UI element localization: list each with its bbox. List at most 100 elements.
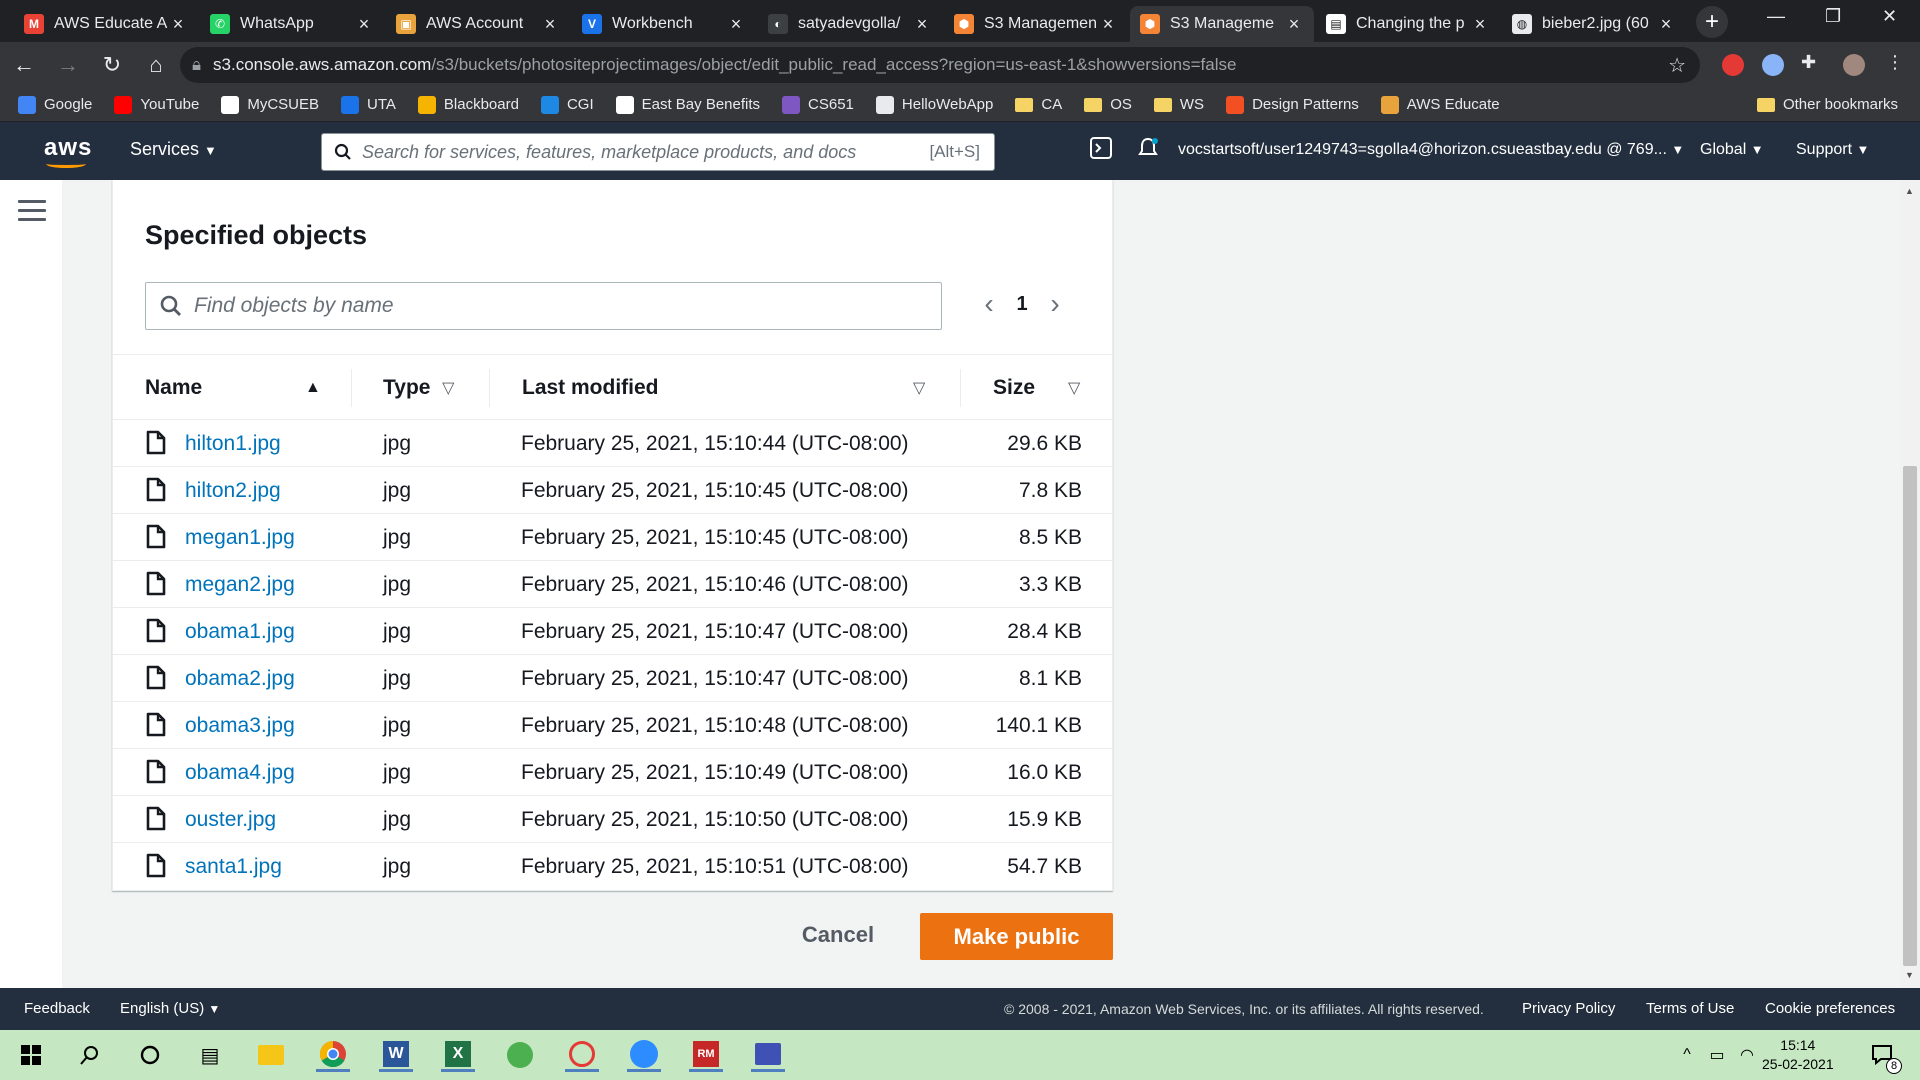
tab-close-icon[interactable]: × [1656, 14, 1676, 35]
cancel-button[interactable]: Cancel [790, 912, 886, 958]
bookmark-item[interactable]: CGI [540, 95, 594, 114]
tab-close-icon[interactable]: × [540, 14, 560, 35]
column-divider[interactable] [489, 369, 490, 407]
terms-of-use-link[interactable]: Terms of Use [1646, 1000, 1734, 1017]
cookie-preferences-link[interactable]: Cookie preferences [1765, 1000, 1895, 1017]
sort-icon[interactable]: ▽ [1068, 355, 1080, 421]
task-view-icon[interactable]: ▤ [193, 1038, 227, 1072]
forward-icon[interactable]: → [48, 45, 88, 85]
cloudshell-icon[interactable] [1090, 137, 1112, 164]
wifi-icon[interactable]: ◠ [1730, 1038, 1764, 1072]
bookmark-item[interactable]: Blackboard [417, 95, 519, 114]
tab-close-icon[interactable]: × [354, 14, 374, 35]
object-name-link[interactable]: obama2.jpg [185, 667, 295, 691]
bookmark-item[interactable]: HelloWebApp [875, 95, 993, 114]
chevron-left-icon[interactable]: ‹ [969, 288, 1009, 320]
bookmark-item[interactable]: Design Patterns [1226, 95, 1359, 114]
object-name-link[interactable]: megan1.jpg [185, 526, 295, 550]
find-objects-input[interactable] [194, 294, 941, 318]
bookmark-item[interactable]: CS651 [782, 95, 854, 114]
column-header-size[interactable]: Size [993, 355, 1035, 421]
notification-center-icon[interactable]: 8 [1866, 1038, 1902, 1074]
windows-start-icon[interactable] [14, 1038, 48, 1072]
browser-tab[interactable]: ⬢ S3 Managemen × [944, 6, 1128, 42]
column-header-type[interactable]: Type ▽ [383, 355, 454, 421]
bookmark-item[interactable]: Google [18, 95, 92, 114]
object-name-link[interactable]: hilton1.jpg [185, 432, 281, 456]
battery-icon[interactable]: ▭ [1700, 1038, 1734, 1072]
bookmark-item[interactable]: AWS Educate [1380, 95, 1500, 114]
scrollbar-thumb[interactable] [1903, 466, 1917, 966]
extension-icon[interactable] [1762, 54, 1784, 76]
kebab-menu-icon[interactable]: ⋮ [1886, 52, 1908, 74]
restore-icon[interactable]: ❐ [1825, 6, 1841, 27]
tab-close-icon[interactable]: × [1470, 14, 1490, 35]
browser-tab[interactable]: ✆ WhatsApp × [200, 6, 384, 42]
object-name-link[interactable]: hilton2.jpg [185, 479, 281, 503]
tab-close-icon[interactable]: × [1098, 14, 1118, 35]
object-name-link[interactable]: santa1.jpg [185, 855, 282, 879]
chevron-up-icon[interactable]: ^ [1670, 1038, 1704, 1072]
tab-close-icon[interactable]: × [168, 14, 188, 35]
sort-icon[interactable]: ▽ [913, 355, 925, 421]
object-name-link[interactable]: obama4.jpg [185, 761, 295, 785]
bookmark-item[interactable]: UTA [341, 95, 396, 114]
chevron-right-icon[interactable]: › [1035, 288, 1075, 320]
new-tab-button[interactable]: + [1696, 6, 1728, 38]
feedback-link[interactable]: Feedback [24, 1000, 90, 1017]
privacy-policy-link[interactable]: Privacy Policy [1522, 1000, 1615, 1017]
object-name-link[interactable]: obama1.jpg [185, 620, 295, 644]
browser-tab[interactable]: ▤ Changing the p × [1316, 6, 1500, 42]
find-objects-box[interactable] [145, 282, 942, 330]
excel-icon[interactable]: X [441, 1038, 475, 1072]
cortana-icon[interactable] [133, 1038, 167, 1072]
minimize-icon[interactable]: — [1767, 6, 1785, 27]
hamburger-menu-icon[interactable] [18, 200, 46, 227]
page-number[interactable]: 1 [1009, 293, 1035, 316]
zoom-icon[interactable] [627, 1038, 661, 1072]
tab-close-icon[interactable]: × [1284, 14, 1304, 35]
bookmark-item[interactable]: WS [1153, 96, 1204, 113]
bell-icon[interactable] [1136, 136, 1160, 165]
language-selector[interactable]: English (US) ▼ [120, 1000, 220, 1017]
reload-icon[interactable]: ↻ [92, 45, 132, 85]
bookmark-item[interactable]: YouTube [114, 95, 199, 114]
close-window-icon[interactable]: ✕ [1882, 6, 1897, 27]
object-name-link[interactable]: megan2.jpg [185, 573, 295, 597]
snipping-tool-icon[interactable] [565, 1038, 599, 1072]
bookmark-item[interactable]: OS [1084, 96, 1132, 113]
bookmark-item[interactable]: MyCSUEB [221, 95, 319, 114]
page-scrollbar[interactable]: ▲ ▼ [1900, 180, 1920, 988]
other-bookmarks-folder[interactable]: Other bookmarks [1756, 96, 1898, 113]
puzzle-icon[interactable]: ✚ [1801, 52, 1823, 74]
word-icon[interactable]: W [379, 1038, 413, 1072]
network-tool-icon[interactable] [751, 1038, 785, 1072]
browser-tab[interactable]: ▣ AWS Account × [386, 6, 570, 42]
bookmark-item[interactable]: East Bay Benefits [615, 95, 760, 114]
tab-close-icon[interactable]: × [726, 14, 746, 35]
star-icon[interactable]: ☆ [1668, 53, 1686, 78]
avatar[interactable] [1843, 54, 1865, 76]
rapid-miner-icon[interactable]: RM [689, 1038, 723, 1072]
extension-icon[interactable] [1722, 54, 1744, 76]
browser-tab[interactable]: V Workbench × [572, 6, 756, 42]
object-name-link[interactable]: ouster.jpg [185, 808, 276, 832]
column-header-last-modified[interactable]: Last modified [522, 355, 659, 421]
column-divider[interactable] [351, 369, 352, 407]
browser-tab[interactable]: ◐ satyadevgolla/ × [758, 6, 942, 42]
chrome-icon[interactable] [316, 1038, 350, 1072]
browser-tab[interactable]: M AWS Educate A × [14, 6, 198, 42]
aws-logo[interactable]: aws [44, 134, 92, 168]
bookmark-item[interactable]: CA [1015, 96, 1062, 113]
url-field[interactable]: 🔒︎ s3.console.aws.amazon.com/s3/buckets/… [180, 47, 1700, 83]
column-header-name[interactable]: Name [145, 355, 202, 421]
region-menu[interactable]: Global ▼ [1700, 141, 1764, 159]
greenshot-icon[interactable] [503, 1038, 537, 1072]
sort-ascending-icon[interactable]: ▲ [305, 355, 321, 421]
back-icon[interactable]: ← [4, 45, 44, 85]
aws-search-box[interactable]: [Alt+S] [321, 133, 995, 171]
services-menu[interactable]: Services ▼ [130, 139, 217, 160]
search-icon[interactable] [73, 1038, 107, 1072]
support-menu[interactable]: Support ▼ [1796, 141, 1869, 159]
column-divider[interactable] [960, 369, 961, 407]
